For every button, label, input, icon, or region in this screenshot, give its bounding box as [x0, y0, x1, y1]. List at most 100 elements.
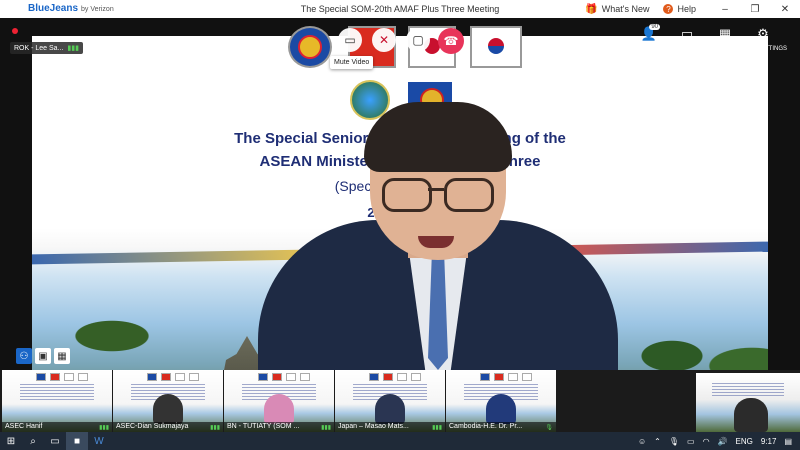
windows-icon: ⊞	[6, 435, 16, 447]
people-group-icon: ⚇	[19, 350, 29, 362]
clock[interactable]: 9:17	[761, 437, 777, 446]
participant-strip: ASEC Hanif ▮▮▮ ASEC-Dian Sukmajaya ▮▮▮ B…	[0, 370, 800, 432]
share-screen-button[interactable]: ▢	[406, 28, 430, 52]
start-button[interactable]: ⊞	[0, 432, 22, 450]
chevron-up-icon[interactable]: ⌃	[654, 437, 661, 446]
span	[411, 373, 421, 381]
monitor-icon: ▢	[412, 33, 424, 47]
participant-thumbnail[interactable]: ASEC Hanif ▮▮▮	[2, 370, 112, 432]
asean-flag	[288, 26, 332, 68]
mini-flags	[147, 373, 203, 381]
layout-speaker-button[interactable]: ▣	[35, 348, 51, 364]
layout-gallery-button[interactable]: ▦	[54, 348, 70, 364]
span	[494, 373, 504, 381]
gift-icon: 🎁	[585, 3, 598, 15]
help-button[interactable]: ? Help	[663, 4, 696, 14]
gear-icon: ⚙	[757, 26, 769, 41]
participant-name: ASEC-Dian Sukmajaya	[113, 422, 223, 432]
span	[300, 373, 310, 381]
self-view-name: ROK - Lee Sa...	[14, 44, 64, 52]
participant-video	[264, 394, 294, 424]
taskbar-app-word[interactable]: W	[88, 432, 110, 450]
mini-text	[20, 384, 94, 400]
span	[480, 373, 490, 381]
system-tray: ☺ ⌃ 🎙 ▭ ◠ 🔊 ENG 9:17 ▤	[638, 432, 800, 450]
span	[258, 373, 268, 381]
network-icon[interactable]: ◠	[703, 437, 710, 446]
search-button[interactable]: ⌕	[22, 432, 44, 450]
speaker-glasses	[382, 178, 494, 212]
close-button[interactable]: ✕	[770, 4, 800, 15]
speaker-hair	[364, 102, 512, 172]
minimize-button[interactable]: –	[710, 4, 740, 15]
video-camera-icon: ▭	[344, 33, 356, 47]
leave-call-button[interactable]: ☎	[438, 28, 464, 54]
window-title-bar: BlueJeans by Verizon The Special SOM-20th…	[0, 0, 800, 18]
participant-count-badge: 90	[649, 24, 660, 30]
active-speaker-video	[258, 102, 618, 370]
windows-taskbar: ⊞ ⌕ ▭ ■ W ☺ ⌃ 🎙 ▭ ◠ 🔊 ENG 9:17 ▤	[0, 432, 800, 450]
participant-thumbnail[interactable]: Japan – Masao Mats... ▮▮▮	[335, 370, 445, 432]
speaker-glasses-lens-left	[382, 178, 432, 212]
signal-strength-icon: ▮▮▮	[210, 425, 220, 431]
div	[712, 383, 784, 397]
participant-name: ASEC Hanif	[2, 422, 112, 432]
span	[272, 373, 282, 381]
title-bar-actions: 🎁 What's New ? Help – ❐ ✕	[585, 0, 800, 18]
mini-flags	[369, 373, 425, 381]
participants-button[interactable]: 👤 90	[630, 24, 668, 56]
mute-audio-button[interactable]: ✕	[372, 28, 396, 52]
span	[369, 373, 379, 381]
participant-video	[486, 394, 516, 424]
signal-strength-icon: ▮▮▮	[432, 425, 442, 431]
span	[78, 373, 88, 381]
task-view-button[interactable]: ▭	[44, 432, 66, 450]
layout-people-button[interactable]: ⚇	[16, 348, 32, 364]
span	[64, 373, 74, 381]
signal-strength-icon: ▮▮▮	[321, 425, 331, 431]
language-indicator[interactable]: ENG	[736, 437, 753, 446]
participant-video	[375, 394, 405, 424]
span	[161, 373, 171, 381]
self-video	[734, 398, 768, 432]
span	[508, 373, 518, 381]
participant-thumbnail[interactable]: Cambodia-H.E. Dr. Pr... 🎙	[446, 370, 556, 432]
signal-strength-icon: ▮▮▮	[67, 45, 79, 52]
chat-button[interactable]: ▭	[668, 26, 706, 56]
apps-button[interactable]: ▦	[706, 26, 744, 56]
mic-icon[interactable]: 🎙	[669, 437, 679, 446]
self-video-thumbnail[interactable]	[696, 373, 800, 432]
span	[397, 373, 407, 381]
phone-hangup-icon: ☎	[443, 34, 459, 48]
main-video-stage: The Special Senior Offi the 20th Meeting…	[0, 18, 800, 370]
mute-video-button[interactable]: ▭	[338, 28, 362, 52]
word-icon: W	[94, 435, 104, 447]
notifications-icon[interactable]: ▤	[784, 437, 792, 446]
grid-icon: ▦	[718, 26, 732, 41]
signal-strength-icon: ▮▮▮	[99, 425, 109, 431]
taskbar-app-bluejeans[interactable]: ■	[66, 432, 88, 450]
settings-label: SETTINGS	[756, 46, 787, 52]
participant-thumbnail[interactable]: BN - TUTIATY (SOM ... ▮▮▮	[224, 370, 334, 432]
whats-new-button[interactable]: 🎁 What's New	[585, 4, 649, 15]
span	[50, 373, 60, 381]
participant-name: Japan – Masao Mats...	[335, 422, 445, 432]
restore-button[interactable]: ❐	[740, 4, 770, 15]
help-label: Help	[677, 4, 696, 14]
speaker-glasses-lens-right	[444, 178, 494, 212]
participant-thumbnail[interactable]: ASEC-Dian Sukmajaya ▮▮▮	[113, 370, 223, 432]
mini-flags	[258, 373, 314, 381]
battery-icon[interactable]: ▭	[687, 437, 695, 446]
people-icon[interactable]: ☺	[638, 437, 646, 446]
volume-icon[interactable]: 🔊	[718, 437, 728, 446]
layout-switcher: ⚇ ▣ ▦	[16, 348, 73, 364]
span	[147, 373, 157, 381]
mini-flags	[480, 373, 536, 381]
participant-video	[153, 394, 183, 424]
self-view-label: ROK - Lee Sa... ▮▮▮	[10, 42, 83, 54]
call-controls: ▭ ✕ ▢ ☎	[338, 28, 464, 54]
search-icon: ⌕	[30, 435, 36, 447]
span	[286, 373, 296, 381]
help-icon: ?	[663, 4, 674, 14]
settings-button[interactable]: ⚙ SETTINGS	[744, 26, 787, 56]
